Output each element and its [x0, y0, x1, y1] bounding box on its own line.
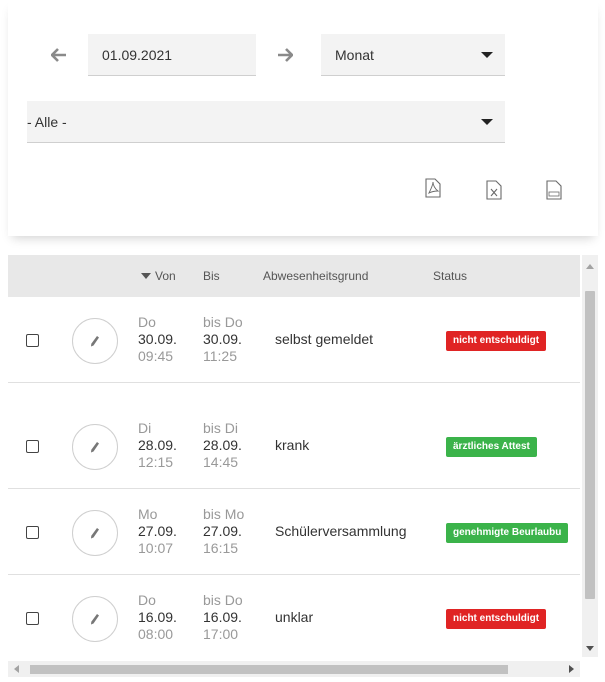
- export-csv-button[interactable]: [546, 180, 562, 205]
- from-cell: Do 30.09. 09:45: [138, 314, 177, 365]
- to-date: 16.09.: [203, 609, 242, 625]
- to-day: bis Mo: [203, 506, 245, 522]
- horizontal-scrollbar[interactable]: [8, 661, 580, 677]
- to-date: 27.09.: [203, 523, 242, 539]
- previous-period-button[interactable]: [44, 40, 74, 70]
- status-badge: genehmigte Beurlaubu: [446, 523, 569, 543]
- column-header-status[interactable]: Status: [433, 269, 467, 283]
- scroll-right-icon[interactable]: [569, 665, 574, 673]
- reason-cell: unklar: [275, 609, 314, 625]
- reason-cell: Schülerversammlung: [275, 523, 407, 539]
- from-day: Do: [138, 592, 156, 608]
- to-cell: bis Do 30.09. 11:25: [203, 314, 243, 365]
- from-date: 28.09.: [138, 437, 177, 453]
- absence-table: Von Bis Abwesenheitsgrund Status Do 30.0…: [8, 255, 580, 657]
- next-period-button[interactable]: [270, 40, 300, 70]
- column-header-reason[interactable]: Abwesenheitsgrund: [263, 269, 368, 283]
- pencil-icon: [91, 336, 99, 347]
- excel-icon: [486, 180, 502, 200]
- status-badge: nicht entschuldigt: [446, 609, 547, 629]
- period-select[interactable]: Monat: [321, 34, 505, 76]
- from-cell: Do 16.09. 08:00: [138, 592, 177, 643]
- from-time: 08:00: [138, 626, 174, 642]
- scroll-left-icon[interactable]: [14, 665, 19, 673]
- from-time: 10:07: [138, 540, 174, 556]
- pdf-icon: [425, 178, 441, 198]
- class-filter-value: - Alle -: [27, 114, 67, 130]
- chevron-down-icon: [481, 118, 493, 125]
- column-header-to[interactable]: Bis: [203, 269, 220, 283]
- period-select-value: Monat: [335, 47, 374, 63]
- export-pdf-button[interactable]: [425, 178, 441, 203]
- date-value: 01.09.2021: [102, 47, 173, 63]
- table-row[interactable]: Mo 27.09. 10:07 bis Mo 27.09. 16:15 Schü…: [8, 489, 580, 575]
- pencil-icon: [91, 442, 99, 453]
- from-day: Do: [138, 314, 156, 330]
- table-row[interactable]: Do 16.09. 08:00 bis Do 16.09. 17:00 unkl…: [8, 575, 580, 657]
- to-day: bis Do: [203, 592, 243, 608]
- from-cell: Mo 27.09. 10:07: [138, 506, 177, 557]
- scroll-up-icon[interactable]: [586, 264, 594, 269]
- sort-desc-icon: [141, 273, 151, 279]
- to-day: bis Di: [203, 420, 239, 436]
- class-filter-select[interactable]: - Alle -: [27, 101, 505, 143]
- to-day: bis Do: [203, 314, 243, 330]
- from-date: 27.09.: [138, 523, 177, 539]
- date-input[interactable]: 01.09.2021: [88, 34, 256, 76]
- from-time: 09:45: [138, 348, 174, 364]
- status-badge: nicht entschuldigt: [446, 331, 547, 351]
- to-date: 30.09.: [203, 331, 242, 347]
- edit-button[interactable]: [72, 510, 118, 556]
- scrollbar-thumb[interactable]: [585, 291, 595, 599]
- row-checkbox[interactable]: [26, 612, 39, 625]
- scroll-down-icon[interactable]: [586, 646, 594, 651]
- reason-cell: krank: [275, 437, 310, 453]
- table-header: Von Bis Abwesenheitsgrund Status: [8, 255, 580, 297]
- arrow-left-icon: [51, 48, 66, 62]
- to-cell: bis Di 28.09. 14:45: [203, 420, 242, 471]
- row-checkbox[interactable]: [26, 526, 39, 539]
- edit-button[interactable]: [72, 424, 118, 470]
- to-cell: bis Do 16.09. 17:00: [203, 592, 243, 643]
- row-checkbox[interactable]: [26, 440, 39, 453]
- export-excel-button[interactable]: [486, 180, 502, 205]
- pencil-icon: [91, 614, 99, 625]
- from-date: 30.09.: [138, 331, 177, 347]
- csv-icon: [546, 180, 562, 200]
- to-cell: bis Mo 27.09. 16:15: [203, 506, 244, 557]
- from-day: Mo: [138, 506, 158, 522]
- scrollbar-thumb[interactable]: [30, 665, 508, 674]
- edit-button[interactable]: [72, 596, 118, 642]
- edit-button[interactable]: [72, 318, 118, 364]
- arrow-right-icon: [278, 48, 293, 62]
- to-time: 11:25: [203, 348, 237, 364]
- vertical-scrollbar[interactable]: [582, 255, 598, 657]
- status-badge: ärztliches Attest: [446, 437, 537, 457]
- from-date: 16.09.: [138, 609, 177, 625]
- to-date: 28.09.: [203, 437, 242, 453]
- pencil-icon: [91, 528, 99, 539]
- chevron-down-icon: [481, 51, 493, 58]
- to-time: 16:15: [203, 540, 239, 556]
- reason-cell: selbst gemeldet: [275, 331, 374, 347]
- from-time: 12:15: [138, 454, 174, 470]
- to-time: 14:45: [203, 454, 239, 470]
- to-time: 17:00: [203, 626, 239, 642]
- row-checkbox[interactable]: [26, 334, 39, 347]
- from-day: Di: [138, 420, 152, 436]
- table-row[interactable]: Do 30.09. 09:45 bis Do 30.09. 11:25 selb…: [8, 297, 580, 383]
- column-header-from[interactable]: Von: [141, 269, 176, 283]
- from-cell: Di 28.09. 12:15: [138, 420, 177, 471]
- table-row[interactable]: Di 28.09. 12:15 bis Di 28.09. 14:45 kran…: [8, 403, 580, 489]
